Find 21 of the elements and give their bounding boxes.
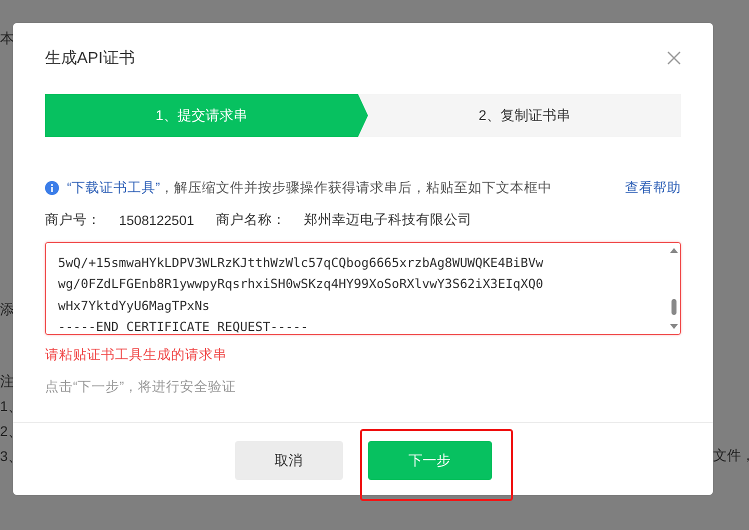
- background-text: 2、: [0, 422, 22, 440]
- merchant-name: 郑州幸迈电子科技有限公司: [304, 211, 472, 229]
- request-textarea[interactable]: 5wQ/+15smwaHYkLDPV3WLRzKJtthWzWlc57qCQbog6665xrzbAg8WUWQKE4BiBVw wg/0FZdLFGEnb8R1ywwpyRqsrhxiSH0wSKzq4HY99XoSoRXlvwY3S62iX3EIqXQ0 wHx7YktdYyU6MagTPxNs -----END CERTIFICATE REQUEST-----: [45, 242, 681, 335]
- background-text: 注: [0, 372, 15, 390]
- background-text: 文件，: [713, 446, 749, 464]
- merchant-name-label: 商户名称：: [216, 211, 286, 229]
- background-text: 添: [0, 300, 15, 318]
- background-text: 1、: [0, 397, 22, 415]
- background-text: 3、: [0, 447, 22, 465]
- cancel-button[interactable]: 取消: [234, 441, 342, 480]
- help-link[interactable]: 查看帮助: [625, 179, 681, 197]
- notice-text: “下载证书工具”，解压缩文件并按步骤操作获得请求串后，粘贴至如下文本框中: [67, 179, 553, 197]
- dialog-title: 生成API证书: [45, 48, 135, 68]
- background-text: 本: [0, 29, 15, 47]
- error-message: 请粘贴证书工具生成的请求串: [45, 346, 228, 364]
- merchant-id-label: 商户号：: [45, 211, 101, 229]
- hint-text: 点击“下一步”，将进行安全验证: [45, 378, 237, 396]
- download-tool-link[interactable]: “下载证书工具”: [67, 180, 160, 195]
- info-icon: [45, 181, 59, 195]
- merchant-id: 1508122501: [119, 212, 194, 228]
- close-button[interactable]: [666, 50, 682, 66]
